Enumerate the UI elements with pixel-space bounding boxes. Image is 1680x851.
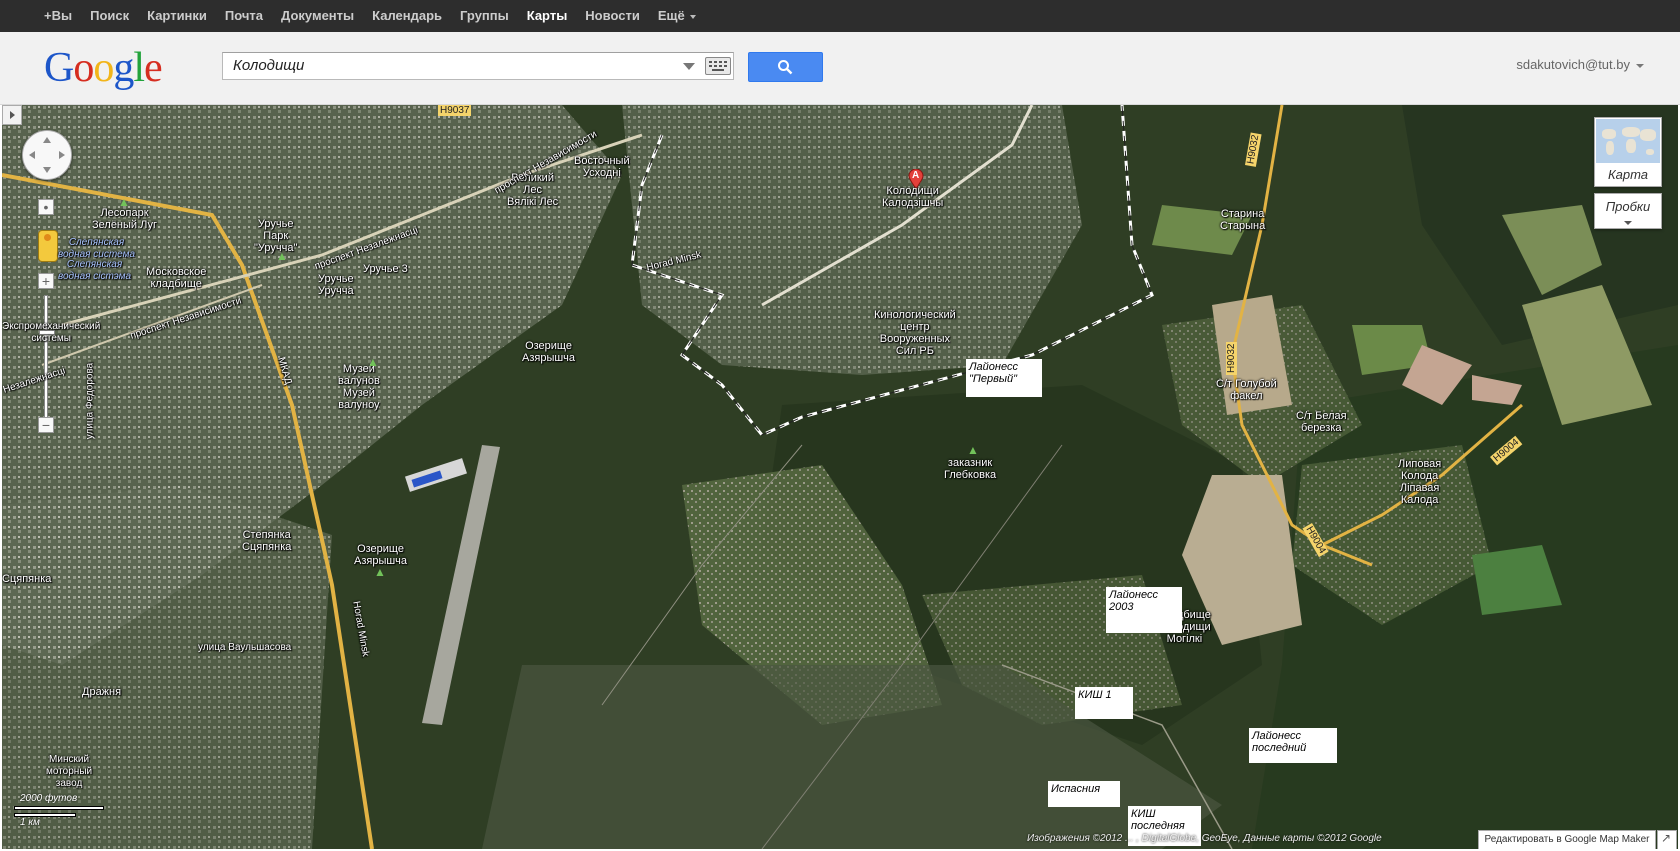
google-nav: +Вы Поиск Картинки Почта Документы Кален…	[35, 0, 705, 32]
pan-right-icon[interactable]	[59, 151, 65, 159]
park-icon: ▲	[967, 443, 979, 457]
place-label[interactable]: Уручье 3	[363, 263, 408, 275]
nav-news[interactable]: Новости	[576, 0, 649, 32]
side-panel-toggle[interactable]	[2, 105, 22, 125]
account-email: sdakutovich@tut.by	[1516, 57, 1630, 72]
nav-groups[interactable]: Группы	[451, 0, 518, 32]
zoom-slider[interactable]	[44, 295, 48, 425]
place-label[interactable]: Сцяпянка	[2, 573, 51, 585]
note-kish1: КИШ 1	[1075, 687, 1133, 719]
place-label[interactable]: Уручье Уручча	[318, 273, 354, 297]
place-label[interactable]: Степянка Сцяпянка	[242, 529, 291, 553]
park-icon: ▲	[118, 195, 130, 209]
traffic-label: Пробки	[1605, 199, 1651, 214]
marker-letter: A	[912, 170, 920, 181]
place-label[interactable]: С/т Голубой факел	[1216, 378, 1277, 402]
park-icon: ▲	[276, 249, 288, 263]
place-label[interactable]: С/т Белая березка	[1296, 410, 1347, 434]
road-number: Н9032	[1226, 341, 1237, 375]
pan-down-icon[interactable]	[43, 167, 51, 173]
place-label[interactable]: Слепянская водная система	[58, 237, 135, 261]
search-query-text: Колодищи	[233, 57, 305, 74]
nav-documents[interactable]: Документы	[272, 0, 363, 32]
satellite-map[interactable]: • + − Карта Пробки A Лесопарк Зелёный Луг…	[2, 105, 1678, 849]
place-label[interactable]: Восточный Усходні	[574, 155, 630, 179]
nav-maps[interactable]: Карты	[518, 0, 577, 32]
place-label[interactable]: улица Ваульшасова	[198, 642, 291, 654]
place-label[interactable]: Московское кладбище	[146, 266, 206, 290]
caret-down-icon	[1624, 221, 1632, 225]
place-label[interactable]: Слепянская водная сістэма	[58, 259, 131, 283]
place-label[interactable]: Дражня	[82, 686, 121, 698]
note-ispasnia: Испасния	[1048, 781, 1120, 807]
place-label[interactable]: Старина Старына	[1220, 208, 1265, 232]
park-icon: ▲	[367, 355, 379, 369]
nav-more[interactable]: Ещё	[649, 0, 705, 32]
expand-icon[interactable]	[1657, 830, 1677, 849]
keyboard-icon[interactable]	[705, 57, 731, 75]
google-top-bar: +Вы Поиск Картинки Почта Документы Кален…	[0, 0, 1680, 33]
pan-up-icon[interactable]	[43, 137, 51, 143]
search-button[interactable]	[748, 52, 823, 82]
map-type-label: Карта	[1607, 167, 1649, 182]
scale-feet: 2000 футов	[20, 793, 78, 804]
road-number: Н9037	[438, 105, 472, 116]
map-type-button[interactable]: Карта	[1594, 117, 1662, 187]
place-label[interactable]: Озерище Азярышча	[354, 543, 407, 567]
scale-bar-top	[14, 806, 104, 810]
note-laiones-2003: Лайонесс 2003	[1106, 587, 1182, 633]
nav-plus-you[interactable]: +Вы	[35, 0, 81, 32]
search-input[interactable]: Колодищи	[222, 52, 734, 80]
edit-in-map-maker-link[interactable]: Редактировать в Google Map Maker	[1478, 830, 1656, 849]
account-menu[interactable]: sdakutovich@tut.by	[1516, 57, 1644, 72]
pegman-icon[interactable]	[38, 230, 58, 262]
google-logo[interactable]: Google	[44, 46, 163, 90]
zoom-out-button[interactable]: −	[38, 417, 54, 433]
place-label[interactable]: Колодищи Калодзішчы	[882, 185, 943, 209]
park-icon: ▲	[374, 565, 386, 579]
place-label[interactable]: Минский моторный завод	[46, 754, 92, 790]
search-icon	[778, 60, 793, 75]
place-label[interactable]: Озерище Азярышча	[522, 340, 575, 364]
road-label[interactable]: улица Федорова	[84, 363, 96, 440]
place-label[interactable]: Экспромеханический системы	[2, 321, 100, 345]
map-attribution: Изображения ©2012 ... , DigitalGlobe, Ge…	[1027, 833, 1382, 844]
place-label[interactable]: Кинологический центр Вооруженных Сил РБ	[874, 309, 956, 357]
place-label[interactable]: Лесопарк Зелёный Луг	[92, 207, 157, 231]
pan-left-icon[interactable]	[29, 151, 35, 159]
note-laiones-perviy: Лайонесс "Первый"	[966, 359, 1042, 397]
camera-icon[interactable]: •	[38, 199, 54, 215]
nav-images[interactable]: Картинки	[138, 0, 216, 32]
scale-km: 1 км	[20, 817, 40, 828]
zoom-in-button[interactable]: +	[38, 273, 54, 289]
dropdown-arrow-icon[interactable]	[683, 63, 695, 70]
map-scale: 2000 футов 1 км	[12, 793, 104, 833]
place-label[interactable]: заказник Глебковка	[944, 457, 996, 481]
world-map-icon	[1596, 119, 1660, 163]
traffic-button[interactable]: Пробки	[1594, 193, 1662, 229]
nav-calendar[interactable]: Календарь	[363, 0, 451, 32]
nav-search[interactable]: Поиск	[81, 0, 138, 32]
pan-control[interactable]	[22, 130, 72, 180]
place-label[interactable]: Музей валунов Музей валуноу	[338, 363, 380, 411]
caret-down-icon	[1636, 63, 1644, 68]
place-label[interactable]: Липовая Колода Ліпавая Калода	[1398, 458, 1441, 506]
nav-mail[interactable]: Почта	[216, 0, 272, 32]
note-laiones-posledniy: Лайонесс последний	[1249, 728, 1337, 763]
